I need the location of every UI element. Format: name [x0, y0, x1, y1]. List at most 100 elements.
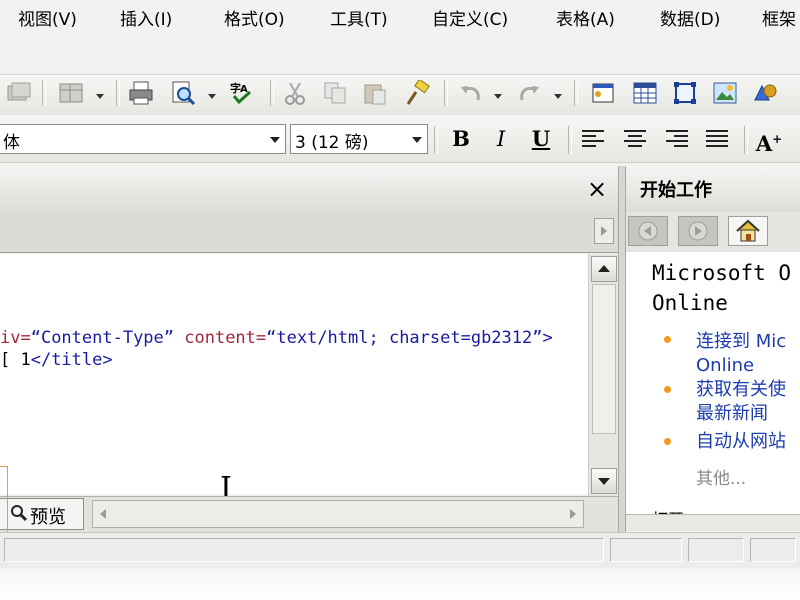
bullet-icon	[664, 438, 671, 445]
scroll-left-icon[interactable]	[96, 506, 110, 526]
chevron-down-icon[interactable]	[412, 137, 422, 143]
copy-icon[interactable]	[322, 80, 348, 106]
code-string: “text/html; charset=gb2312”	[266, 328, 543, 348]
align-center-icon[interactable]	[622, 126, 648, 152]
code-line-meta: iv=“Content-Type” content=“text/html; ch…	[0, 328, 553, 348]
menu-table[interactable]: 表格(A)	[556, 8, 615, 32]
menu-format[interactable]: 格式(O)	[224, 8, 285, 32]
forward-icon[interactable]	[678, 216, 718, 246]
grow-font-plus-icon: +	[772, 132, 783, 146]
task-pane-title[interactable]: 开始工作	[640, 176, 712, 202]
status-cell	[750, 538, 796, 562]
scroll-down-button[interactable]	[591, 468, 617, 494]
bold-button[interactable]: B	[446, 124, 476, 154]
menubar: 视图(V) 插入(I) 格式(O) 工具(T) 自定义(C) 表格(A) 数据(…	[0, 0, 800, 42]
toolbar-separator	[116, 80, 120, 106]
font-name-combo[interactable]: 体	[0, 124, 286, 154]
bullet-icon	[664, 386, 671, 393]
toolbar-separator	[444, 80, 448, 106]
chevron-down-icon[interactable]	[96, 94, 104, 99]
task-link-news[interactable]: 获取有关使 最新新闻	[696, 378, 786, 426]
task-link-text: 最新新闻	[696, 403, 768, 424]
chevron-down-icon[interactable]	[208, 94, 216, 99]
toolbar-separator	[574, 80, 578, 106]
cut-icon[interactable]	[282, 80, 308, 106]
interactive-button-icon[interactable]	[752, 80, 778, 106]
status-cell-main	[4, 538, 604, 562]
code-string: “Content-Type”	[30, 328, 175, 348]
menu-view[interactable]: 视图(V)	[18, 8, 77, 32]
justify-icon[interactable]	[704, 126, 730, 152]
chevron-down-icon[interactable]	[554, 94, 562, 99]
window-bottom-edge	[0, 568, 800, 600]
horizontal-scrollbar[interactable]	[92, 500, 584, 528]
close-icon[interactable]: ×	[584, 174, 610, 204]
toolbar-separator	[270, 80, 274, 106]
pane-splitter[interactable]	[618, 166, 626, 532]
font-size-value: 3 (12 磅)	[295, 133, 369, 153]
code-line-title: [ 1</title>	[0, 350, 113, 370]
menu-insert[interactable]: 插入(I)	[120, 8, 172, 32]
status-cell	[688, 538, 744, 562]
code-attr: iv=	[0, 328, 31, 348]
paste-icon[interactable]	[362, 80, 388, 106]
menu-frame[interactable]: 框架	[762, 8, 796, 32]
code-editor[interactable]: iv=“Content-Type” content=“text/html; ch…	[0, 254, 588, 494]
status-cell	[610, 538, 682, 562]
picture-icon[interactable]	[712, 80, 738, 106]
preview-tab-label: 预览	[30, 507, 66, 528]
undo-icon[interactable]	[458, 80, 484, 106]
code-text: [ 1	[0, 350, 31, 370]
task-link-text: 自动从网站	[696, 431, 786, 452]
code-attr: content=	[174, 328, 267, 348]
task-link-text: 获取有关使	[696, 379, 786, 400]
table-insert-icon[interactable]	[58, 80, 84, 106]
menu-customize[interactable]: 自定义(C)	[432, 8, 508, 32]
align-left-icon[interactable]	[580, 126, 606, 152]
tab-scroll-right-button[interactable]	[594, 218, 614, 244]
task-more-link[interactable]: 其他...	[696, 464, 746, 489]
task-link-auto[interactable]: 自动从网站	[696, 430, 786, 454]
task-link-connect[interactable]: 连接到 Mic Online	[696, 330, 786, 378]
toolbar-separator	[42, 80, 46, 106]
vertical-scrollbar[interactable]	[588, 254, 619, 496]
scroll-up-button[interactable]	[591, 256, 617, 282]
publish-icon[interactable]	[6, 80, 32, 106]
font-size-combo[interactable]: 3 (12 磅)	[290, 124, 428, 154]
print-preview-icon[interactable]	[170, 80, 196, 106]
print-icon[interactable]	[128, 80, 154, 106]
format-painter-icon[interactable]	[404, 78, 430, 106]
menu-data[interactable]: 数据(D)	[660, 8, 720, 32]
italic-button[interactable]: I	[486, 124, 516, 154]
spelling-check-icon[interactable]: 字A	[228, 80, 254, 106]
task-link-text: 连接到 Mic	[696, 331, 787, 352]
menu-tools[interactable]: 工具(T)	[330, 8, 388, 32]
web-component-icon[interactable]	[590, 80, 616, 106]
toolbar-separator	[434, 126, 438, 154]
redo-icon[interactable]	[516, 80, 542, 106]
font-name-value: 体	[3, 133, 20, 153]
underline-button[interactable]: U	[526, 124, 556, 154]
back-icon[interactable]	[628, 216, 668, 246]
code-tag: </title>	[30, 350, 113, 370]
scrollbar-thumb[interactable]	[592, 284, 616, 434]
task-pane-heading: Microsoft O Online	[652, 261, 792, 315]
preview-tab[interactable]: 预览	[0, 498, 84, 530]
table-icon[interactable]	[632, 80, 658, 106]
chevron-down-icon[interactable]	[494, 94, 502, 99]
document-header	[0, 166, 618, 213]
grow-font-label: A	[755, 131, 773, 156]
magnifier-icon	[10, 504, 28, 526]
chevron-down-icon[interactable]	[270, 137, 280, 143]
toolbar-separator	[744, 126, 748, 154]
document-tab-strip	[0, 212, 618, 253]
task-pane-scrollbar[interactable]	[626, 514, 800, 531]
code-tag: >	[542, 328, 553, 348]
scroll-right-icon[interactable]	[566, 506, 580, 526]
home-icon[interactable]	[728, 216, 768, 246]
bullet-icon	[664, 336, 671, 343]
align-right-icon[interactable]	[664, 126, 690, 152]
task-link-text: Online	[696, 355, 755, 376]
layer-icon[interactable]	[672, 80, 698, 106]
grow-font-button[interactable]: A+	[754, 124, 784, 156]
